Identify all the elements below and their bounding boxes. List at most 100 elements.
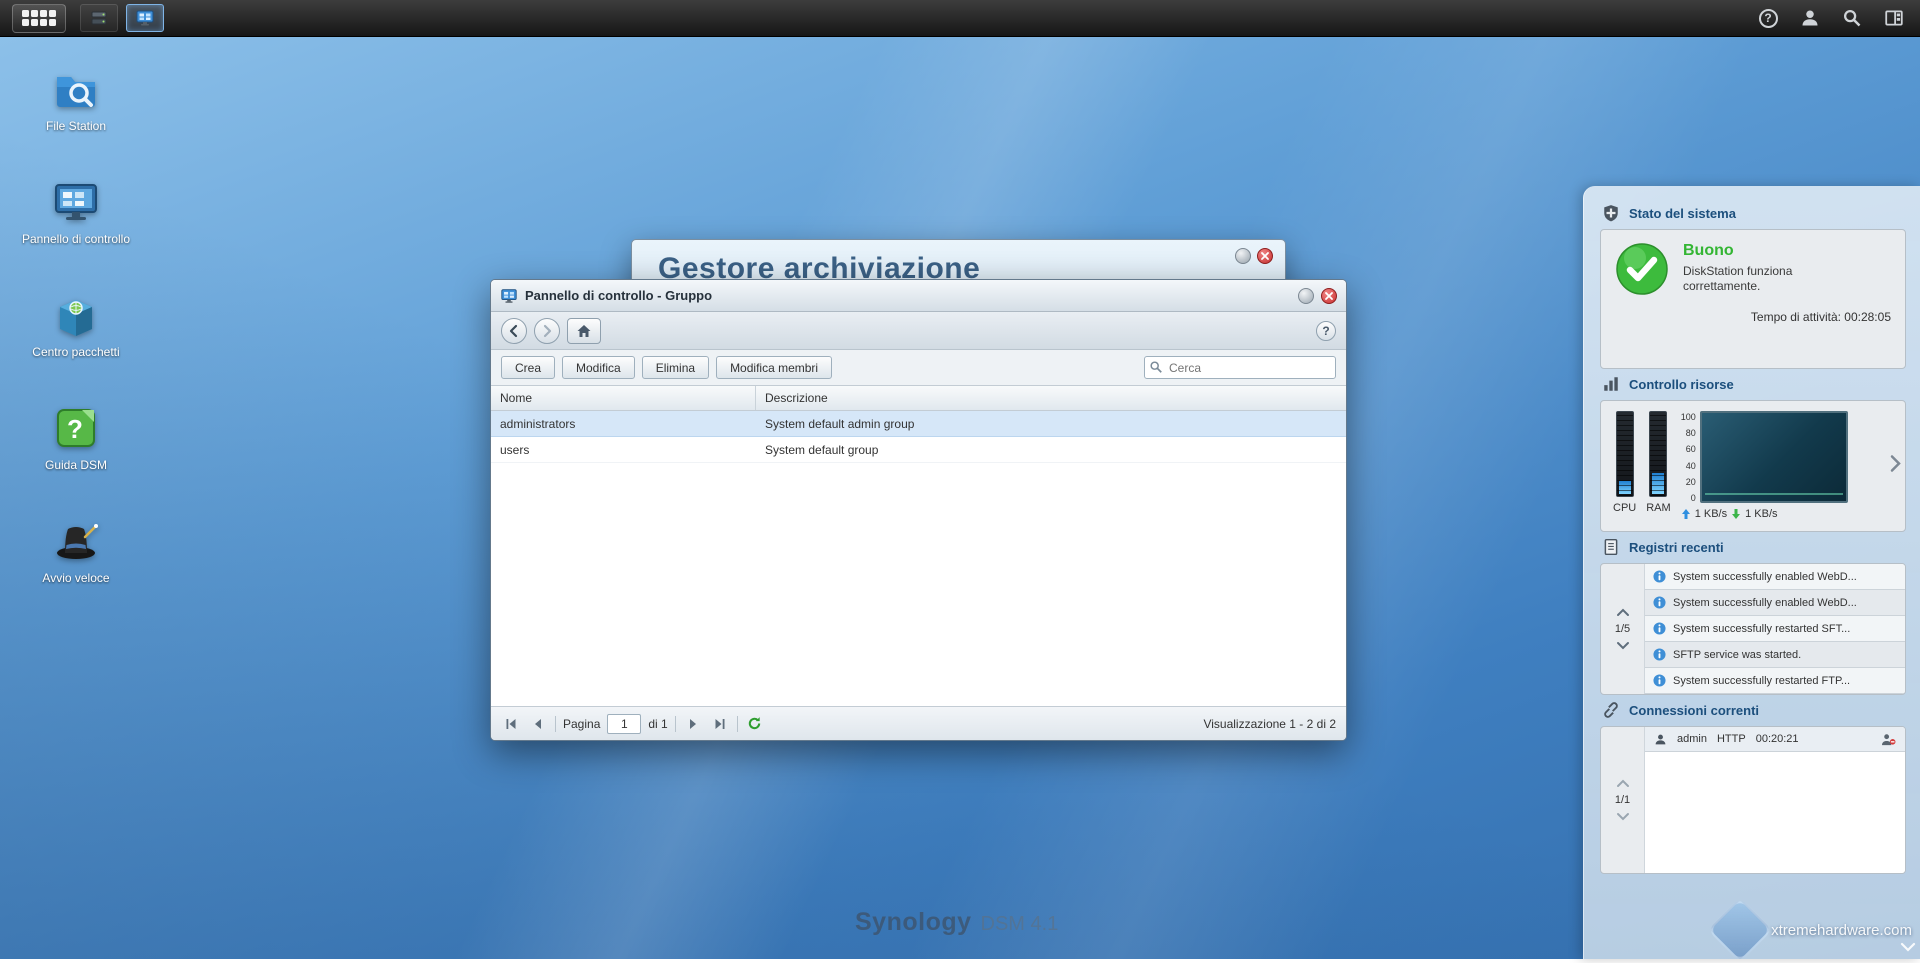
desktop-icon-label: Avvio veloce (42, 571, 109, 586)
close-button[interactable] (1321, 288, 1337, 304)
minimize-button[interactable] (1235, 248, 1251, 264)
brand-text: Synology (855, 908, 972, 937)
back-arrow-icon (507, 324, 521, 338)
window-navbar: ? (491, 312, 1346, 350)
previous-page-button[interactable] (528, 714, 548, 734)
logs-page-up-button[interactable] (1616, 608, 1630, 617)
site-watermark: xtremehardware.com (1717, 907, 1912, 953)
main-menu-button[interactable] (12, 4, 66, 33)
user-menu-button[interactable] (1796, 4, 1824, 32)
next-page-button[interactable] (683, 714, 703, 734)
refresh-button[interactable] (745, 714, 765, 734)
desktop-icon-control-panel[interactable]: Pannello di controllo (16, 177, 136, 290)
last-page-icon (713, 717, 727, 731)
help-button[interactable]: ? (1754, 4, 1782, 32)
table-body: administrators System default admin grou… (491, 411, 1346, 706)
back-button[interactable] (501, 318, 527, 344)
next-page-icon (686, 717, 700, 731)
kick-connection-button[interactable] (1881, 733, 1896, 746)
window-titlebar[interactable]: Pannello di controllo - Gruppo (491, 280, 1346, 312)
sidebar-scroll-down-button[interactable] (1900, 939, 1916, 957)
widget-title: Stato del sistema (1629, 206, 1736, 221)
table-row[interactable]: users System default group (491, 437, 1346, 463)
log-entry[interactable]: System successfully restarted SFT... (1645, 616, 1905, 642)
control-panel-desktop-icon (51, 177, 101, 227)
desktop-icon-package-center[interactable]: Centro pacchetti (16, 290, 136, 403)
package-center-icon (51, 290, 101, 340)
connection-row[interactable]: admin HTTP 00:20:21 (1645, 727, 1905, 752)
widgets-panel-button[interactable] (1880, 4, 1908, 32)
site-logo-icon (1708, 897, 1773, 962)
search-input[interactable] (1144, 356, 1336, 379)
connections-page-up-button[interactable] (1616, 779, 1630, 788)
group-toolbar: Crea Modifica Elimina Modifica membri (491, 350, 1346, 386)
chevron-up-icon (1616, 608, 1630, 617)
log-entry[interactable]: SFTP service was started. (1645, 642, 1905, 668)
edit-button[interactable]: Modifica (562, 356, 635, 379)
info-icon (1653, 596, 1666, 609)
resource-monitor-header[interactable]: Controllo risorse (1602, 375, 1904, 393)
connections-header[interactable]: Connessioni correnti (1602, 701, 1904, 719)
system-status-header[interactable]: Stato del sistema (1602, 204, 1904, 222)
forward-button[interactable] (534, 318, 560, 344)
page-number-input[interactable] (607, 714, 641, 734)
taskbar: ? (0, 0, 1920, 37)
window-help-button[interactable]: ? (1316, 321, 1336, 341)
desktop-icons: File Station Pannello di controllo (16, 64, 136, 629)
system-status-widget: Buono DiskStation funziona correttamente… (1600, 229, 1906, 369)
column-header-description[interactable]: Descrizione (756, 386, 1346, 410)
search-icon (1149, 360, 1163, 379)
widget-title: Connessioni correnti (1629, 703, 1759, 718)
log-list: System successfully enabled WebD... Syst… (1645, 564, 1905, 694)
control-panel-icon (135, 8, 155, 28)
logs-pager: 1/5 (1601, 564, 1645, 694)
last-page-button[interactable] (710, 714, 730, 734)
refresh-icon (747, 716, 762, 731)
minimize-button[interactable] (1298, 288, 1314, 304)
taskbar-app-storage-manager[interactable] (80, 4, 118, 32)
desktop-icon-file-station[interactable]: File Station (16, 64, 136, 177)
network-speeds: 1 KB/s 1 KB/s (1681, 508, 1848, 520)
ram-gauge (1649, 411, 1667, 497)
info-icon (1653, 674, 1666, 687)
site-watermark-text: xtremehardware.com (1771, 922, 1912, 939)
status-ok-icon (1615, 242, 1669, 296)
chevron-down-icon (1900, 942, 1916, 952)
log-entry[interactable]: System successfully enabled WebD... (1645, 564, 1905, 590)
delete-button[interactable]: Elimina (642, 356, 709, 379)
logs-page-down-button[interactable] (1616, 641, 1630, 650)
info-icon (1653, 648, 1666, 661)
recent-logs-widget: 1/5 System successfully enabled WebD... … (1600, 563, 1906, 695)
column-header-name[interactable]: Nome (491, 386, 756, 410)
connection-protocol: HTTP (1717, 733, 1746, 745)
desktop-icon-quick-start[interactable]: Avvio veloce (16, 516, 136, 629)
cpu-label: CPU (1613, 502, 1636, 514)
download-speed: 1 KB/s (1745, 508, 1777, 520)
version-text: DSM 4.1 (981, 913, 1059, 936)
first-page-button[interactable] (501, 714, 521, 734)
recent-logs-header[interactable]: Registri recenti (1602, 538, 1904, 556)
close-button[interactable] (1257, 248, 1273, 264)
cell-group-description: System default admin group (756, 417, 1346, 431)
search-icon (1842, 8, 1862, 28)
connection-user: admin (1677, 733, 1707, 745)
svg-text:?: ? (67, 414, 83, 444)
search-button[interactable] (1838, 4, 1866, 32)
taskbar-app-control-panel[interactable] (126, 4, 164, 32)
log-entry[interactable]: System successfully enabled WebD... (1645, 590, 1905, 616)
home-button[interactable] (567, 318, 601, 344)
home-icon (576, 323, 592, 339)
log-text: System successfully restarted FTP... (1673, 675, 1850, 687)
log-entry[interactable]: System successfully restarted FTP... (1645, 668, 1905, 694)
table-row[interactable]: administrators System default admin grou… (491, 411, 1346, 437)
create-button[interactable]: Crea (501, 356, 555, 379)
edit-members-button[interactable]: Modifica membri (716, 356, 832, 379)
connections-pager: 1/1 (1601, 727, 1645, 873)
pagination-summary: Visualizzazione 1 - 2 di 2 (1203, 717, 1336, 731)
desktop-icon-dsm-help[interactable]: ? Guida DSM (16, 403, 136, 516)
info-icon (1653, 570, 1666, 583)
connections-page-down-button[interactable] (1616, 812, 1630, 821)
log-text: System successfully enabled WebD... (1673, 571, 1857, 583)
status-value: Buono (1683, 242, 1843, 260)
resource-expand-button[interactable] (1888, 454, 1902, 479)
